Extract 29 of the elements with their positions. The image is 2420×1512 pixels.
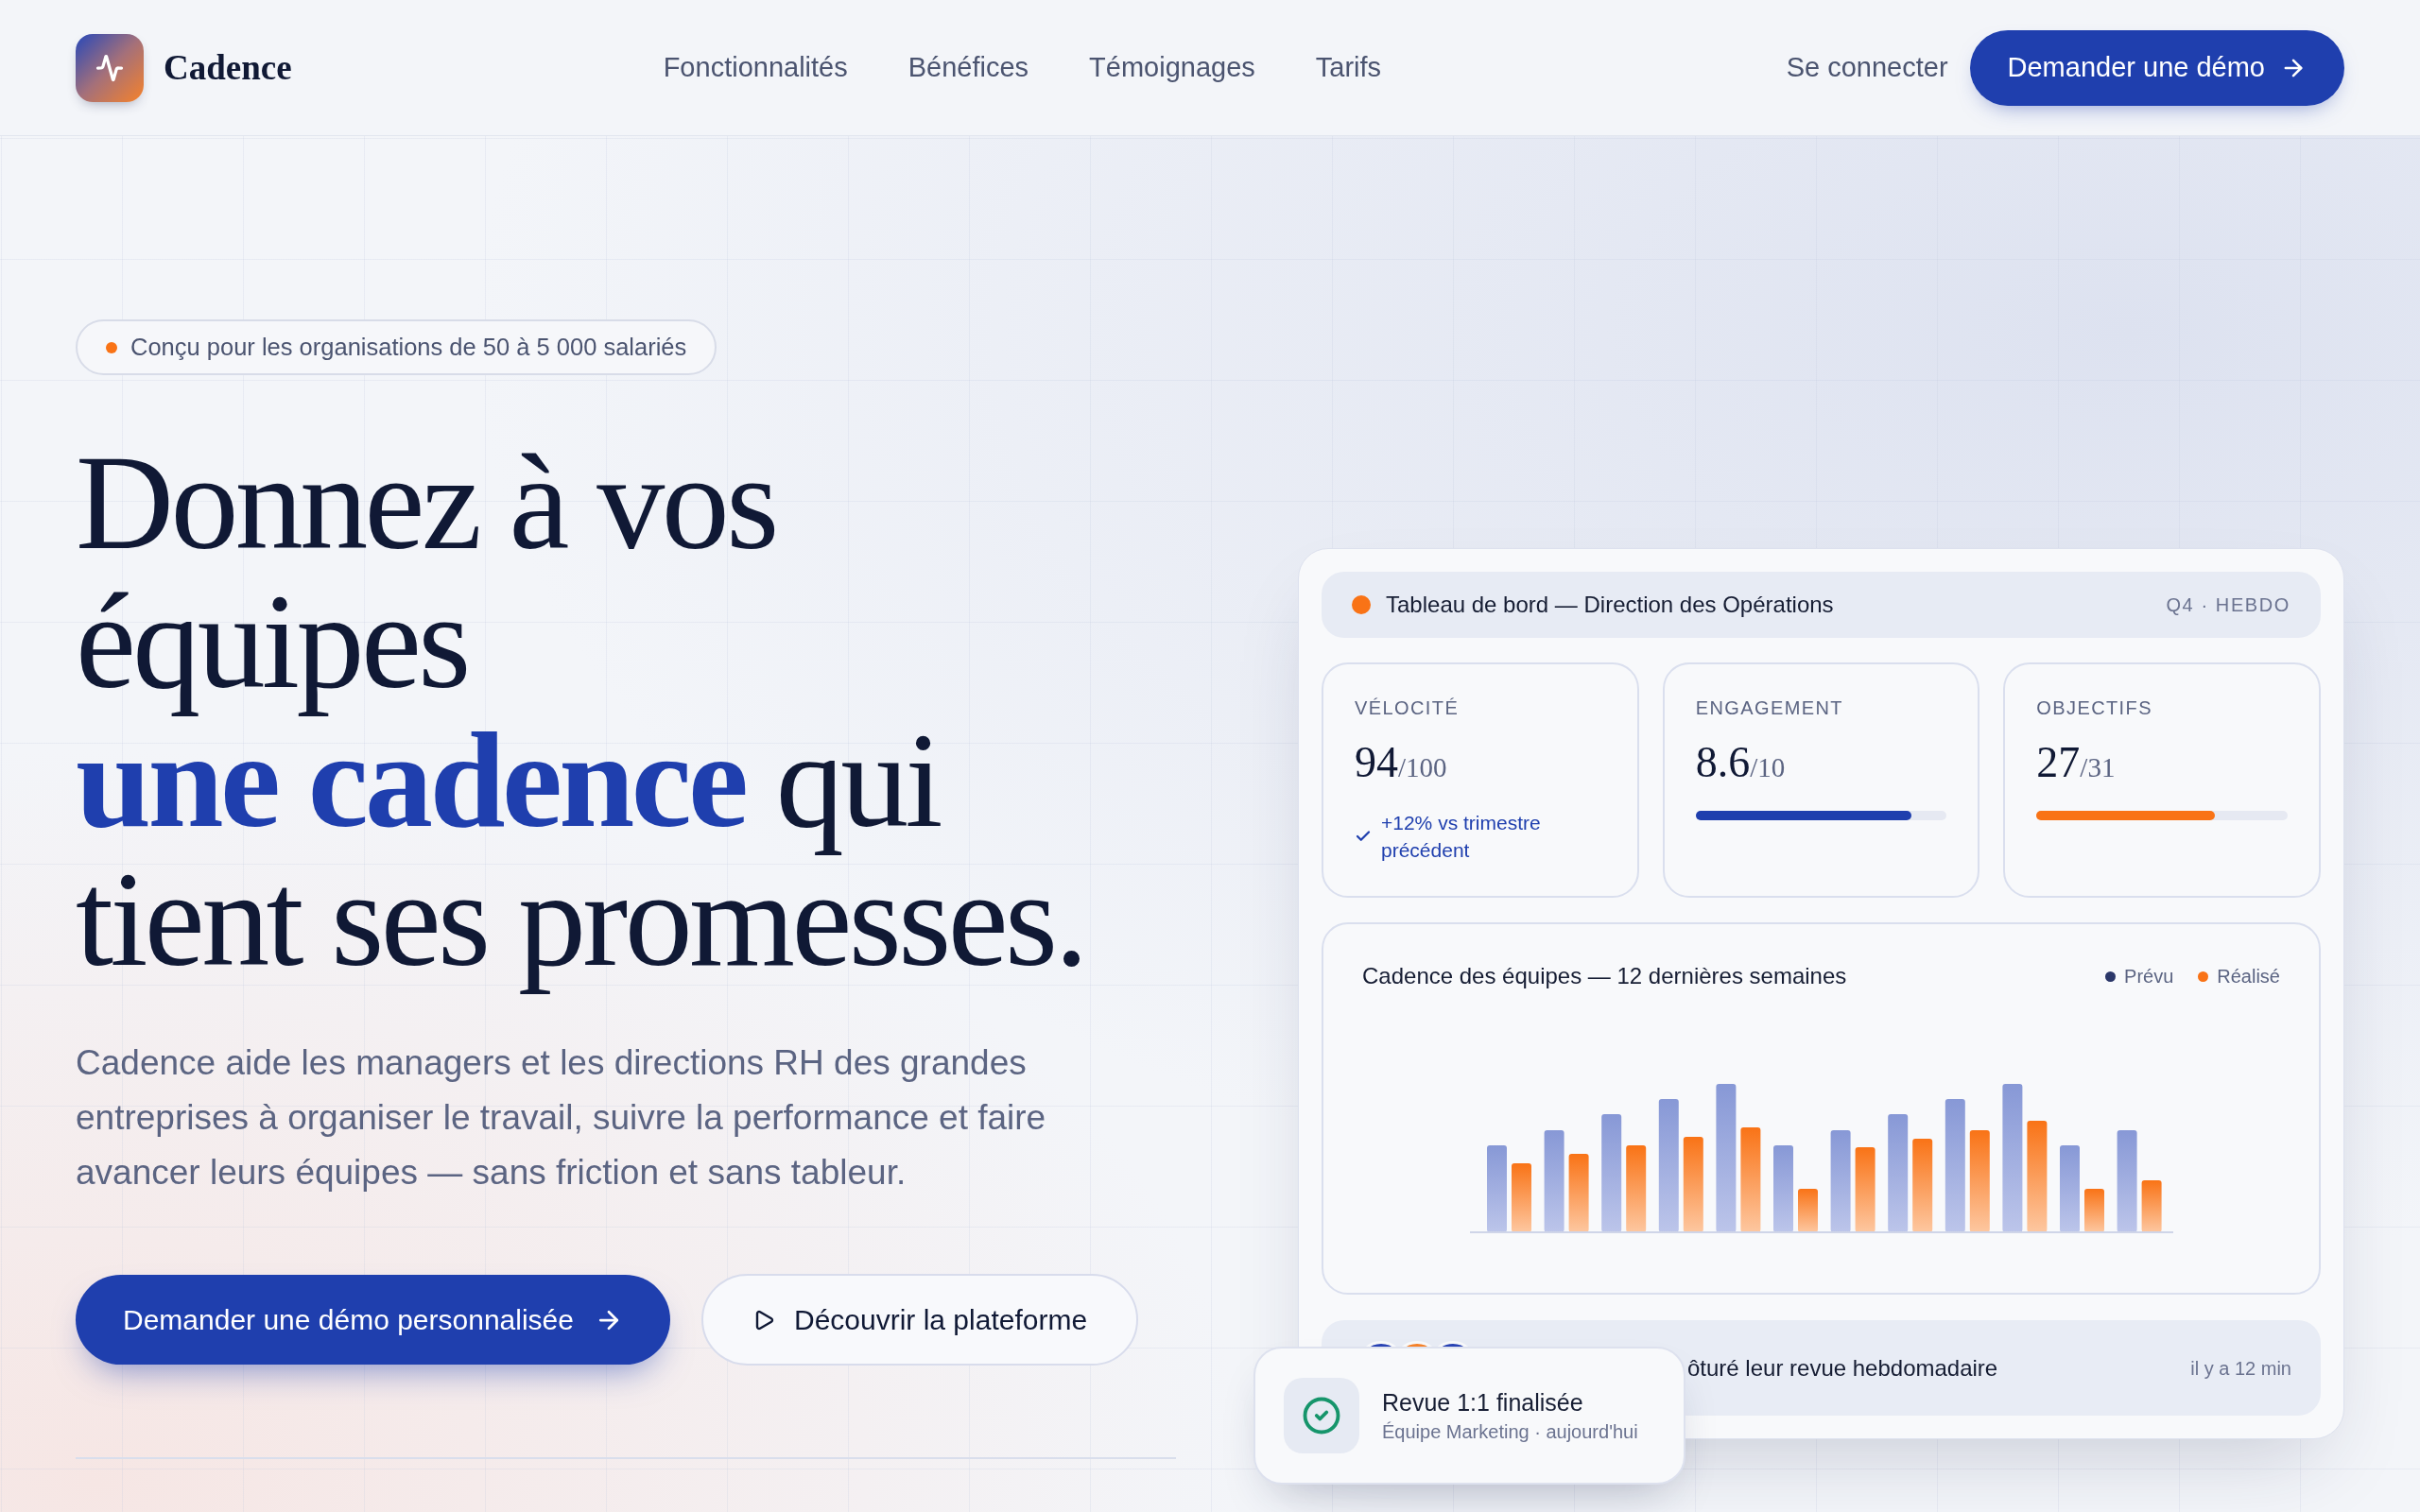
toast-subtitle: Équipe Marketing · aujourd'hui: [1382, 1420, 1638, 1444]
login-link[interactable]: Se connecter: [1786, 46, 1948, 89]
metric-label: OBJECTIFS: [2036, 696, 2153, 719]
metric-label: ENGAGEMENT: [1695, 696, 1844, 719]
nav-link[interactable]: Fonctionnalités: [663, 46, 848, 89]
demo-button[interactable]: Demander une démo: [1969, 29, 2344, 106]
activity-time: il y a 12 min: [2190, 1356, 2291, 1381]
demo-button[interactable]: Demander une démo personnalisée: [76, 1275, 670, 1365]
metric-value: 8.6/10: [1695, 738, 1787, 788]
trend-text: +12% vs trimestre précédent: [1381, 811, 1542, 863]
activity-text: ôturé leur revue hebdomadaire: [1687, 1353, 1998, 1383]
nav-link[interactable]: Témoignages: [1089, 46, 1255, 89]
brand-name: Cadence: [164, 46, 292, 89]
hero-headline: Donnez à vos équipes une cadence qui tient ses promesses.: [76, 433, 1086, 996]
metric-label: VÉLOCITÉ: [1355, 696, 1461, 719]
legend-label: Réalisé: [2217, 965, 2280, 988]
hero-description: Cadence aide les managers et les directions RH des grandes entreprises à organiser le travail, suivre la performance et faire avancer leurs équipes — sans friction et sans tableur.: [76, 1042, 1047, 1194]
nav-link[interactable]: Tarifs: [1315, 46, 1382, 89]
metric-value: 27/31: [2036, 738, 2117, 788]
platform-button[interactable]: Découvrir la plateforme: [700, 1274, 1139, 1366]
logo-icon: [76, 33, 144, 102]
dashboard-title: Tableau de bord — Direction des Opérations: [1386, 591, 1834, 619]
metric-value: 94/100: [1355, 738, 1448, 788]
period-label: Q4 · HEBDO: [2166, 593, 2290, 617]
announcement-text: Conçu pour les organisations de 50 à 5 000 salariés: [130, 333, 687, 363]
nav-link[interactable]: Bénéfices: [908, 46, 1029, 89]
chart-title: Cadence des équipes — 12 dernières semaines: [1362, 962, 1847, 990]
legend-label: Prévu: [2124, 965, 2174, 988]
toast-title: Revue 1:1 finalisée: [1382, 1388, 1584, 1418]
